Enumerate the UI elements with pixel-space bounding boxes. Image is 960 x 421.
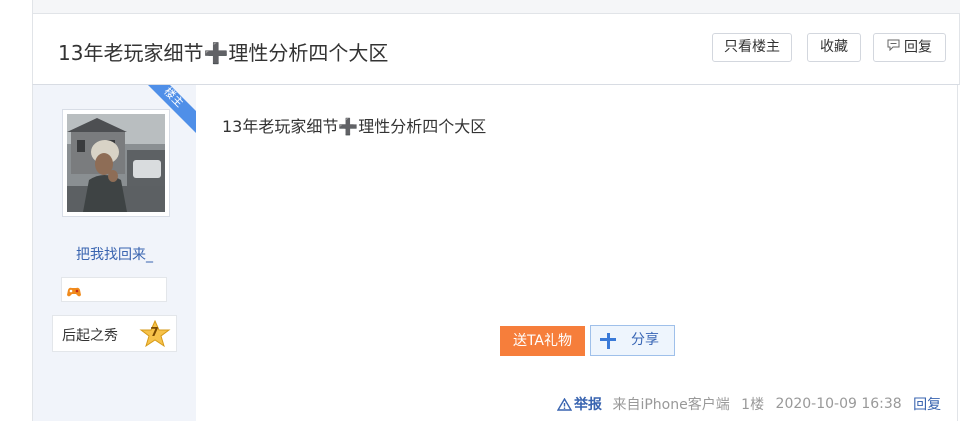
game-badge-icon[interactable] [66,283,82,302]
warning-icon [556,397,573,411]
post-reply-link[interactable]: 回复 [913,394,941,414]
floor-number: 1楼 [741,397,765,413]
level-title: 后起之秀 [62,328,118,344]
post-footer: 举报 来自iPhone客户端 1楼 2020-10-09 16:38 回复 [556,394,941,414]
post-content: 13年老玩家细节➕理性分析四个大区 [222,117,487,136]
badge-box [61,277,167,302]
favorite-button[interactable]: 收藏 [807,33,861,62]
report-label: 举报 [574,397,602,413]
share-label: 分享 [631,332,659,348]
thread-header: 13年老玩家细节➕理性分析四个大区 只看楼主 收藏 回复 [32,14,960,85]
send-gift-button[interactable]: 送TA礼物 [500,326,585,356]
content-right-border [957,85,958,421]
level-box: 后起之秀 7 [52,315,177,352]
thread-title: 13年老玩家细节➕理性分析四个大区 [58,41,389,65]
previous-section-strip [32,0,960,14]
post-source: 来自iPhone客户端 [612,397,730,413]
report-link[interactable]: 举报 [556,394,602,414]
author-sidebar: 把我找回来_ 后起之秀 7 [32,85,196,421]
level-number: 7 [150,325,159,339]
comment-icon [887,34,900,61]
reply-button-label: 回复 [904,39,932,56]
share-plus-icon [599,332,617,361]
post-time: 2020-10-09 16:38 [775,396,902,412]
only-op-button[interactable]: 只看楼主 [712,33,792,62]
share-button[interactable]: 分享 [590,325,675,356]
reply-button[interactable]: 回复 [873,33,946,62]
author-username[interactable]: 把我找回来_ [33,244,196,264]
